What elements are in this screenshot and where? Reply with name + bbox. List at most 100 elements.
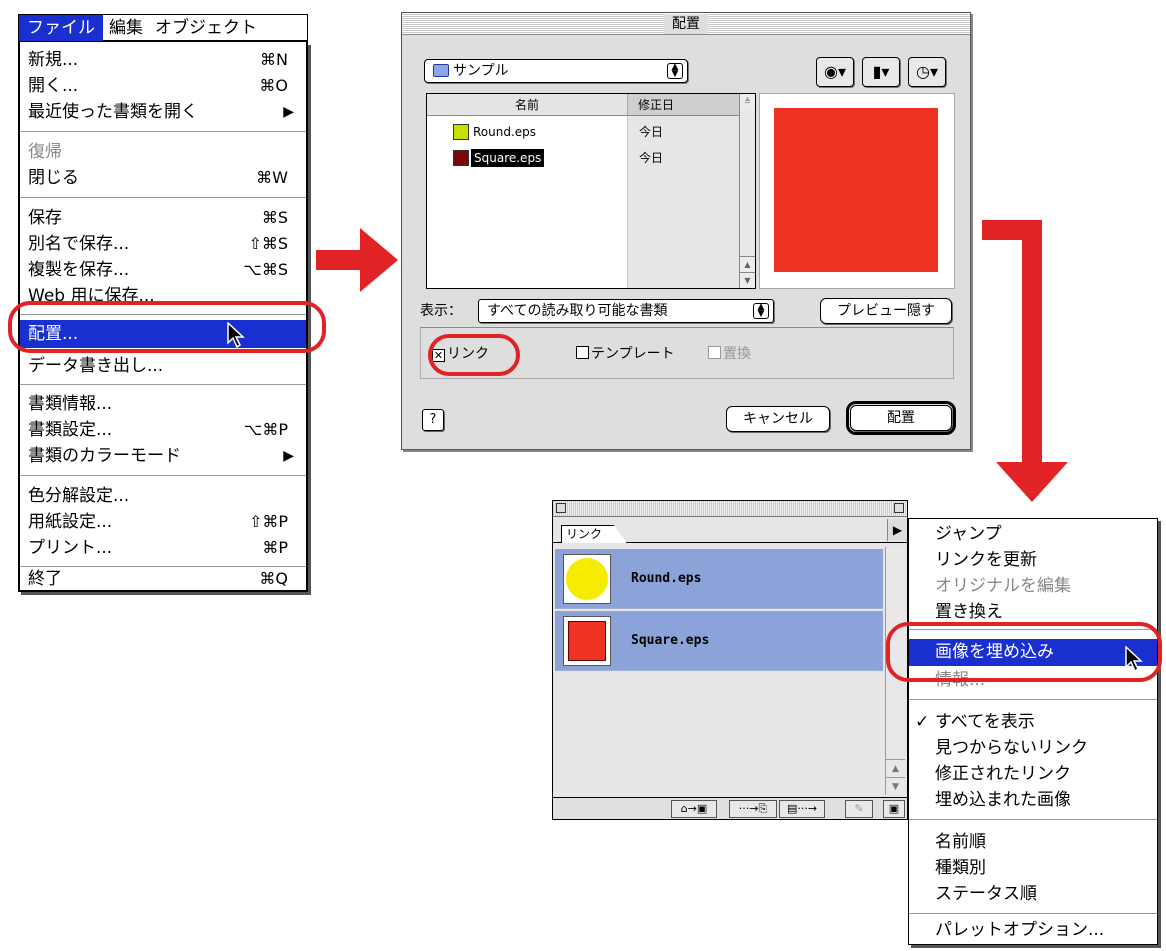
place-button[interactable]: 配置 bbox=[846, 401, 956, 435]
highlight-ring bbox=[428, 334, 520, 376]
menu-item-export[interactable]: データ書き出し... bbox=[28, 352, 298, 380]
relink-button[interactable]: ⌂→▣ bbox=[671, 800, 717, 818]
menu-item-print[interactable]: プリント... ⌘P bbox=[28, 534, 298, 562]
globe-icon: ◉▾ bbox=[824, 62, 846, 81]
go-to-link-button[interactable]: ···→⎘ bbox=[729, 800, 777, 818]
palette-titlebar[interactable] bbox=[553, 501, 907, 517]
submenu-arrow-icon: ▶ bbox=[283, 104, 294, 120]
up-down-icon: ▲ ▼ bbox=[753, 303, 769, 319]
clock-icon: ◷▾ bbox=[916, 62, 938, 81]
menu-item-go-to-link[interactable]: ジャンプ bbox=[909, 521, 1157, 548]
help-button[interactable]: ? bbox=[422, 409, 444, 431]
sort-direction-icon[interactable]: ≜ bbox=[740, 94, 755, 110]
cancel-button[interactable]: キャンセル bbox=[726, 406, 830, 432]
palette-menu-button[interactable]: ▶ bbox=[887, 519, 907, 541]
column-name[interactable]: 名前 bbox=[427, 94, 627, 116]
help-icon: ? bbox=[429, 412, 437, 427]
scroll-down-arrow[interactable]: ▼ bbox=[886, 777, 905, 795]
template-checkbox[interactable]: テンプレート bbox=[576, 345, 675, 363]
menu-item-quit[interactable]: 終了 ⌘Q bbox=[28, 564, 298, 590]
menu-item-save[interactable]: 保存 ⌘S bbox=[28, 204, 298, 232]
menu-item-new[interactable]: 新規... ⌘N bbox=[28, 46, 298, 74]
scroll-up-arrow[interactable]: ▲ bbox=[886, 759, 905, 777]
menubar-file[interactable]: ファイル bbox=[19, 14, 103, 41]
menu-item-separation-setup[interactable]: 色分解設定... bbox=[28, 482, 298, 510]
recent-button[interactable]: ◷▾ bbox=[908, 57, 946, 87]
menu-item-document-setup[interactable]: 書類設定... ⌥⌘P bbox=[28, 416, 298, 444]
menu-item-palette-options[interactable]: パレットオプション... bbox=[909, 917, 1157, 944]
menu-item-sort-by-name[interactable]: 名前順 bbox=[909, 829, 1157, 856]
menu-separator bbox=[909, 913, 1157, 914]
bookmark-icon: ▮▾ bbox=[872, 62, 890, 81]
eps-file-icon bbox=[453, 150, 469, 166]
menu-item-color-mode[interactable]: 書類のカラーモード ▶ bbox=[28, 442, 298, 470]
link-row[interactable]: Round.eps bbox=[555, 549, 883, 609]
menu-item-close[interactable]: 閉じる ⌘W bbox=[28, 164, 298, 192]
menu-separator bbox=[20, 475, 306, 476]
menu-separator bbox=[20, 384, 306, 385]
triangle-right-icon: ▶ bbox=[892, 523, 903, 537]
menu-item-revert: 復帰 bbox=[28, 142, 62, 162]
menu-item-document-info[interactable]: 書類情報... bbox=[28, 390, 298, 418]
preview-area bbox=[759, 93, 955, 289]
file-row[interactable]: Square.eps 今日 bbox=[427, 146, 739, 170]
hide-preview-button[interactable]: プレビュー隠す bbox=[820, 298, 952, 324]
right-arrow-icon bbox=[316, 228, 398, 292]
menu-bar: ファイル 編集 オブジェクト bbox=[18, 14, 308, 42]
palette-tabbar: リンク bbox=[553, 517, 907, 543]
highlight-ring bbox=[886, 622, 1162, 682]
menu-separator bbox=[20, 131, 306, 132]
menubar-object[interactable]: オブジェクト bbox=[149, 15, 263, 41]
folder-popup[interactable]: サンプル ▲ ▼ bbox=[424, 59, 688, 83]
file-row[interactable]: Round.eps 今日 bbox=[427, 120, 739, 144]
menu-separator bbox=[909, 819, 1157, 820]
menu-item-save-as[interactable]: 別名で保存... ⇧⌘S bbox=[28, 230, 298, 258]
folder-icon bbox=[433, 64, 449, 77]
menu-item-sort-by-status[interactable]: ステータス順 bbox=[909, 881, 1157, 908]
file-type-popup[interactable]: すべての読み取り可能な書類 ▲ ▼ bbox=[478, 299, 774, 323]
menu-item-open[interactable]: 開く... ⌘O bbox=[28, 72, 298, 100]
menu-item-sort-by-kind[interactable]: 種類別 bbox=[909, 855, 1157, 882]
menu-item-show-modified[interactable]: 修正されたリンク bbox=[909, 761, 1157, 788]
link-thumbnail bbox=[563, 616, 611, 666]
dialog-titlebar[interactable]: 配置 bbox=[402, 13, 970, 35]
menu-separator bbox=[909, 699, 1157, 700]
menu-item-save-copy[interactable]: 複製を保存... ⌥⌘S bbox=[28, 256, 298, 284]
menu-item-show-missing[interactable]: 見つからないリンク bbox=[909, 735, 1157, 762]
show-label: 表示： bbox=[420, 303, 462, 319]
edit-original-button: ✎ bbox=[845, 800, 873, 818]
menu-item-update-link[interactable]: リンクを更新 bbox=[909, 547, 1157, 574]
eps-file-icon bbox=[453, 124, 469, 140]
palette-button-bar: ⌂→▣ ···→⎘ ▤···→ ✎ ▣ bbox=[553, 797, 907, 819]
replace-checkbox: 置換 bbox=[708, 345, 751, 363]
cursor-icon bbox=[1125, 646, 1143, 673]
menu-item-show-all[interactable]: ✓ すべてを表示 bbox=[909, 709, 1157, 736]
close-box-icon[interactable] bbox=[556, 503, 566, 513]
menu-item-open-recent[interactable]: 最近使った書類を開く ▶ bbox=[28, 98, 298, 126]
menu-item-show-embedded[interactable]: 埋め込まれた画像 bbox=[909, 787, 1157, 814]
desktop-button[interactable]: ◉▾ bbox=[816, 57, 854, 87]
tab-links[interactable]: リンク bbox=[561, 525, 627, 543]
column-date[interactable]: 修正日 bbox=[627, 94, 741, 115]
checkmark-icon: ✓ bbox=[915, 712, 930, 732]
preview-image bbox=[774, 108, 938, 272]
file-list-header: 名前 修正日 bbox=[427, 94, 741, 116]
link-row[interactable]: Square.eps bbox=[555, 611, 883, 671]
dialog-title: 配置 bbox=[664, 14, 708, 34]
zoom-box-icon[interactable] bbox=[894, 503, 904, 513]
scroll-down-arrow[interactable]: ▼ bbox=[740, 272, 755, 288]
update-link-button[interactable]: ▤···→ bbox=[779, 800, 825, 818]
palette-menu: ジャンプ リンクを更新 オリジナルを編集 置き換え 画像を埋め込み 情報... … bbox=[908, 518, 1158, 945]
up-down-icon: ▲ ▼ bbox=[667, 63, 683, 79]
link-info-button[interactable]: ▣ bbox=[883, 800, 905, 818]
favorites-button[interactable]: ▮▾ bbox=[862, 57, 900, 87]
file-list: 名前 修正日 Round.eps 今日 Square.eps 今日 ≜ ▲ ▼ bbox=[426, 93, 756, 289]
cursor-icon bbox=[227, 322, 245, 349]
file-list-scrollbar[interactable]: ≜ ▲ ▼ bbox=[739, 94, 755, 288]
down-arrow-icon bbox=[982, 220, 1068, 502]
link-thumbnail bbox=[563, 554, 611, 604]
menubar-edit[interactable]: 編集 bbox=[103, 15, 149, 41]
submenu-arrow-icon: ▶ bbox=[283, 448, 294, 464]
menu-item-page-setup[interactable]: 用紙設定... ⇧⌘P bbox=[28, 508, 298, 536]
scroll-up-arrow[interactable]: ▲ bbox=[740, 256, 755, 272]
